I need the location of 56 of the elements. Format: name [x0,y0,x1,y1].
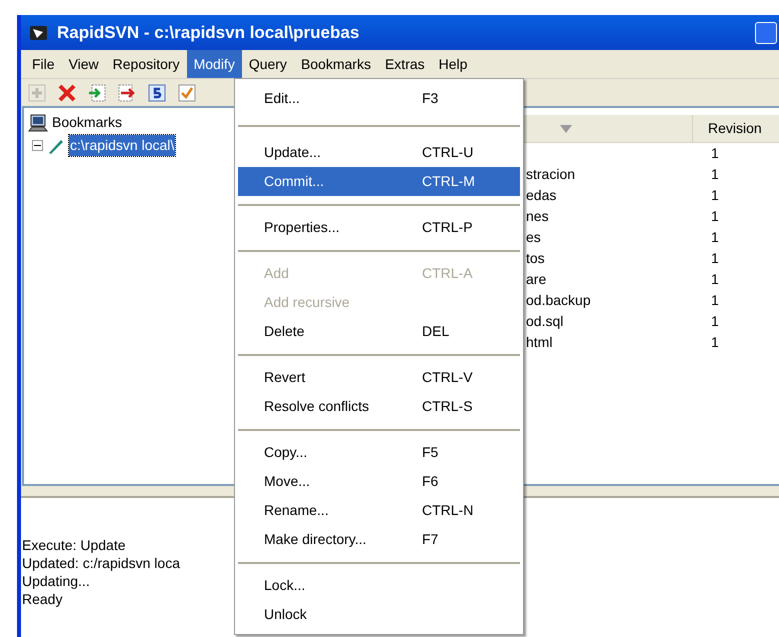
menu-item[interactable]: Make directory... F7 [238,525,520,554]
menu-item[interactable]: Update... CTRL-U [238,138,520,167]
table-cell-text: 1 [710,186,719,205]
table-cell-text: 1 [710,333,719,352]
menu-item[interactable]: Rename... CTRL-N [238,496,520,525]
table-cell: es [526,229,541,245]
table-cell: od.backup [526,292,591,308]
table-cell: stracion [526,166,576,182]
table-cell-text: 1 [710,249,719,268]
table-cell: edas [526,187,556,203]
table-cell-text: 1 [710,312,719,331]
menu-item[interactable]: Move... F6 [238,467,520,496]
menu-item[interactable]: Commit... CTRL-M [238,167,520,196]
menu-bar-item[interactable]: Repository [106,50,187,78]
menu-item[interactable]: Properties... CTRL-P [238,213,520,242]
computer-icon [28,114,48,132]
menu-item[interactable]: Resolve conflicts CTRL-S [238,392,520,421]
close-icon[interactable] [57,82,77,102]
menu-item[interactable]: Lock... [238,571,520,600]
log-line: Execute: Update [22,536,126,554]
table-cell-text: 1 [710,144,719,163]
table-cell-text: 1 [710,207,719,226]
checkbox-icon[interactable] [177,82,197,102]
window-title: RapidSVN - c:\rapidsvn local\pruebas [57,22,360,44]
table-cell-text: 1 [710,228,719,247]
table-cell: html [526,334,552,350]
table-cell: tos [526,250,545,266]
menu-bar-item[interactable]: Query [242,50,294,78]
log-line: Updating... [22,572,90,590]
table-cell: are [526,271,546,287]
log-line: Updated: c:/rapidsvn loca [22,554,180,572]
menu-item[interactable]: Unlock [238,600,520,629]
collapse-toggle[interactable] [32,140,43,151]
menu-item[interactable]: Revert CTRL-V [238,363,520,392]
menu-item[interactable]: Copy... F5 [238,438,520,467]
table-cell-text: 1 [710,291,719,310]
minimize-button[interactable] [755,22,777,44]
table-cell: nes [526,208,549,224]
column-header[interactable]: Revision [693,115,762,142]
arrow-into-box-icon[interactable] [87,82,107,102]
menu-item[interactable]: Edit... F3 [238,84,520,113]
menu-bar-item[interactable]: Bookmarks [294,50,378,78]
tree-item[interactable]: c:\rapidsvn local\ [69,135,176,156]
menu-item[interactable]: Delete DEL [238,317,520,346]
menu-bar-item[interactable]: File [25,50,62,78]
arrow-out-box-icon[interactable] [117,82,137,102]
table-cell-text: 1 [710,270,719,289]
menu-bar-item[interactable]: Modify [186,50,242,78]
menu-bar-item[interactable]: Help [432,50,474,78]
table-cell-text: 1 [710,165,719,184]
tree-item[interactable]: Bookmarks [52,112,122,133]
refresh-icon[interactable] [147,82,167,102]
table-cell: od.sql [526,313,564,329]
log-line: Ready [22,590,62,608]
menu-bar-item[interactable]: Extras [378,50,432,78]
menu-bar-item[interactable]: View [62,50,106,78]
